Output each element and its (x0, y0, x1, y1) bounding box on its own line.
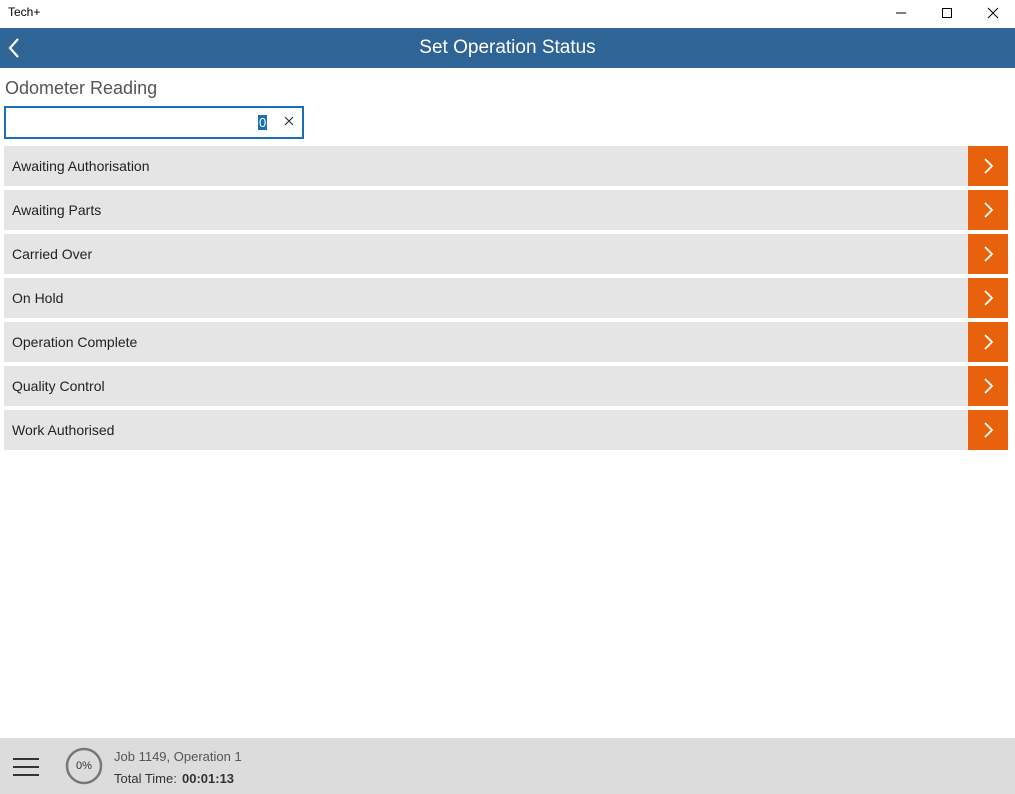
progress-percent: 0% (76, 760, 92, 772)
maximize-button[interactable] (924, 0, 970, 26)
total-time-value: 00:01:13 (182, 771, 235, 786)
footer-bar: 0% Job 1149, Operation 1 Total Time: 00:… (0, 738, 1015, 794)
chevron-right-icon (984, 158, 994, 174)
status-item-carried-over[interactable]: Carried Over (4, 234, 1008, 274)
status-label: Awaiting Authorisation (12, 158, 150, 174)
chevron-right-icon (984, 290, 994, 306)
status-label: Carried Over (12, 246, 93, 262)
hamburger-menu-icon[interactable] (12, 756, 40, 778)
app-title: Tech+ (8, 5, 41, 19)
status-go-button[interactable] (968, 322, 1008, 362)
status-go-button[interactable] (968, 366, 1008, 406)
status-go-button[interactable] (968, 234, 1008, 274)
chevron-right-icon (984, 422, 994, 438)
maximize-icon (942, 8, 952, 18)
total-time-label: Total Time: (114, 771, 177, 786)
minimize-button[interactable] (878, 0, 924, 26)
app-window: Tech+ Set Operation Status Odometer Read… (0, 0, 1015, 794)
odometer-label: Odometer Reading (5, 78, 158, 98)
job-info: Job 1149, Operation 1 (114, 749, 242, 764)
status-label: Awaiting Parts (12, 202, 102, 218)
chevron-right-icon (984, 378, 994, 394)
status-item-work-authorised[interactable]: Work Authorised (4, 410, 1008, 450)
status-go-button[interactable] (968, 278, 1008, 318)
status-label: Quality Control (12, 378, 105, 394)
status-item-awaiting-authorisation[interactable]: Awaiting Authorisation (4, 146, 1008, 186)
status-item-operation-complete[interactable]: Operation Complete (4, 322, 1008, 362)
odometer-value[interactable]: 0 (258, 115, 268, 130)
status-item-quality-control[interactable]: Quality Control (4, 366, 1008, 406)
page-header: Set Operation Status (0, 28, 1015, 68)
chevron-right-icon (984, 202, 994, 218)
status-go-button[interactable] (968, 146, 1008, 186)
status-item-on-hold[interactable]: On Hold (4, 278, 1008, 318)
close-window-button[interactable] (970, 0, 1015, 26)
close-icon (987, 7, 999, 19)
close-icon[interactable] (282, 114, 296, 128)
page-title: Set Operation Status (419, 37, 596, 58)
title-bar: Tech+ (0, 0, 1015, 28)
chevron-right-icon (984, 246, 994, 262)
status-go-button[interactable] (968, 410, 1008, 450)
status-item-awaiting-parts[interactable]: Awaiting Parts (4, 190, 1008, 230)
odometer-input[interactable]: 0 (4, 106, 304, 139)
status-label: Operation Complete (12, 334, 138, 350)
status-label: On Hold (12, 290, 64, 306)
chevron-right-icon (984, 334, 994, 350)
status-list: Awaiting Authorisation Awaiting Parts Ca… (4, 146, 1008, 454)
status-label: Work Authorised (12, 422, 115, 438)
minimize-icon (896, 12, 906, 14)
status-go-button[interactable] (968, 190, 1008, 230)
